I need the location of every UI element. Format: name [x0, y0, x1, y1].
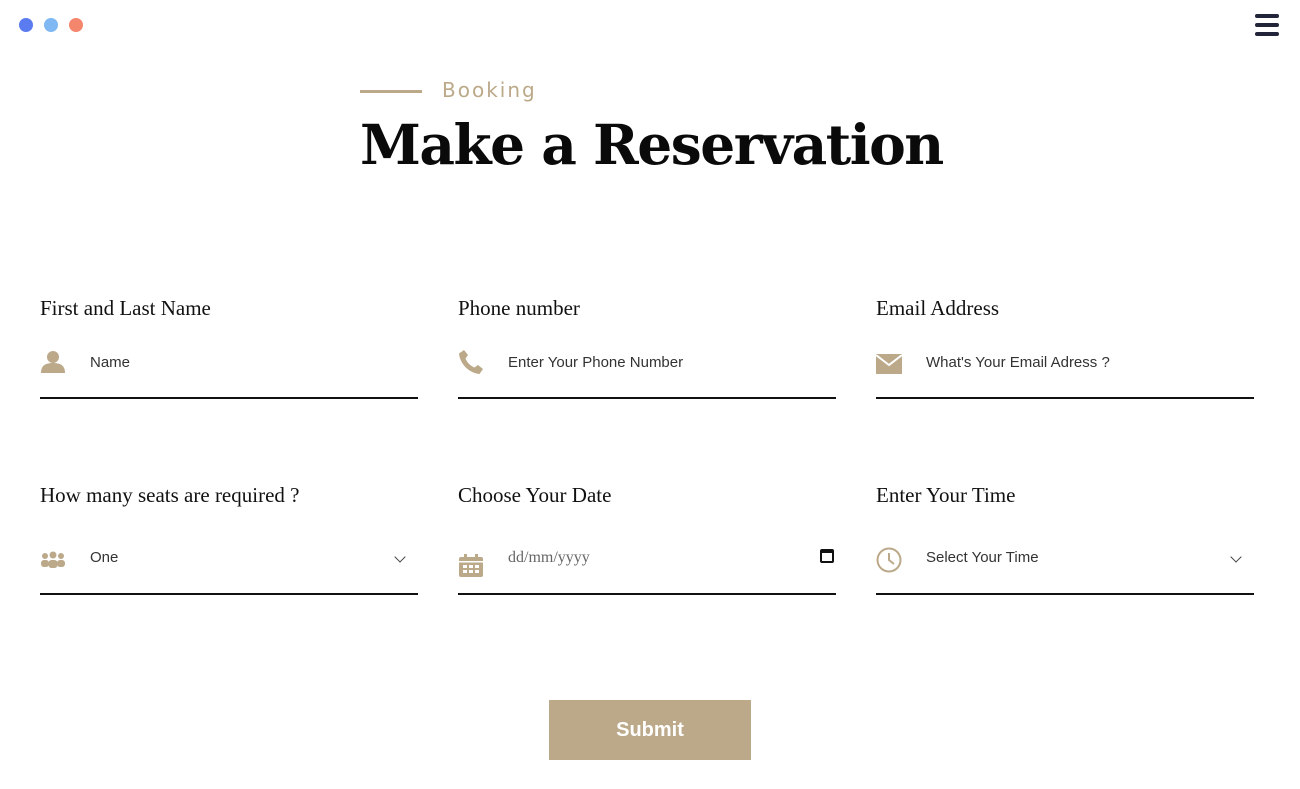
chevron-down-icon[interactable] — [1230, 551, 1242, 563]
name-label: First and Last Name — [40, 296, 211, 320]
window-dot-salmon[interactable] — [69, 18, 83, 32]
hamburger-menu-icon[interactable] — [1255, 14, 1279, 36]
email-control — [876, 337, 1254, 399]
name-input[interactable] — [90, 347, 410, 377]
window-dot-light-blue[interactable] — [44, 18, 58, 32]
date-field: Choose Your Date dd/mm/yyyy — [458, 483, 836, 595]
date-input[interactable]: dd/mm/yyyy — [458, 533, 836, 595]
section-eyebrow: Booking — [360, 78, 537, 102]
phone-label: Phone number — [458, 296, 580, 320]
phone-field: Phone number — [458, 296, 836, 399]
date-label: Choose Your Date — [458, 483, 612, 507]
page-title: Make a Reservation — [360, 112, 944, 177]
window-dot-blue[interactable] — [19, 18, 33, 32]
email-input[interactable] — [926, 347, 1246, 377]
time-value: Select Your Time — [926, 549, 1039, 566]
user-icon — [40, 349, 66, 375]
phone-input[interactable] — [508, 347, 828, 377]
email-label: Email Address — [876, 296, 1000, 320]
seats-label: How many seats are required ? — [40, 483, 300, 507]
time-field: Enter Your Time Select Your Time — [876, 483, 1254, 595]
eyebrow-divider — [360, 89, 422, 93]
date-placeholder: dd/mm/yyyy — [508, 549, 590, 566]
date-picker-icon[interactable] — [820, 549, 834, 563]
eyebrow-label: Booking — [442, 78, 537, 102]
window-controls — [19, 18, 83, 32]
phone-icon — [458, 349, 484, 375]
clock-icon — [876, 547, 902, 573]
seats-value: One — [90, 549, 119, 566]
seats-select[interactable]: One — [40, 533, 418, 595]
time-select[interactable]: Select Your Time — [876, 533, 1254, 595]
name-field: First and Last Name — [40, 296, 418, 399]
time-label: Enter Your Time — [876, 483, 1016, 507]
submit-button[interactable]: Submit — [549, 700, 751, 760]
name-control — [40, 337, 418, 399]
seats-field: How many seats are required ? One — [40, 483, 418, 595]
email-field: Email Address — [876, 296, 1254, 399]
phone-control — [458, 337, 836, 399]
calendar-icon — [458, 553, 484, 579]
envelope-icon — [876, 351, 902, 377]
people-icon — [40, 547, 66, 573]
chevron-down-icon[interactable] — [394, 551, 406, 563]
